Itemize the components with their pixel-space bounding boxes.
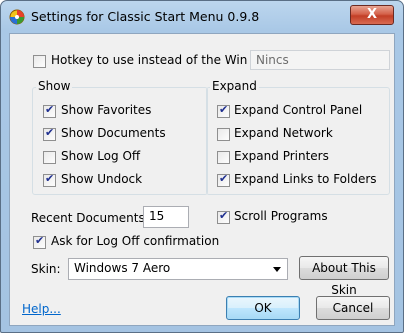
skin-selected-value: Windows 7 Aero xyxy=(74,261,171,275)
chevron-down-icon xyxy=(273,267,281,272)
cancel-button[interactable]: Cancel xyxy=(316,296,390,320)
help-link[interactable]: Help... xyxy=(22,302,61,316)
expand-printers-label: Expand Printers xyxy=(234,149,329,163)
show-group-title: Show xyxy=(36,79,73,93)
logoff-confirm-checkbox[interactable] xyxy=(33,234,46,249)
expand-links-checkbox[interactable] xyxy=(217,172,230,187)
logoff-confirm-label: Ask for Log Off confirmation xyxy=(51,234,220,248)
show-undock-label: Show Undock xyxy=(61,172,143,186)
show-documents-label: Show Documents xyxy=(61,126,166,140)
expand-control-panel-label: Expand Control Panel xyxy=(234,103,363,117)
expand-control-panel-checkbox[interactable] xyxy=(217,103,230,118)
dialog-client-area: Hotkey to use instead of the Win key: Ni… xyxy=(9,33,395,326)
recent-documents-input[interactable]: 15 xyxy=(143,206,189,228)
expand-links-label: Expand Links to Folders xyxy=(234,172,377,186)
show-favorites-checkbox[interactable] xyxy=(43,103,56,118)
skin-select[interactable]: Windows 7 Aero xyxy=(68,258,288,280)
ok-button[interactable]: OK xyxy=(226,296,300,320)
hotkey-label: Hotkey to use instead of the Win key: xyxy=(51,53,276,67)
settings-window: Settings for Classic Start Menu 0.9.8 X … xyxy=(0,0,404,333)
hotkey-checkbox[interactable] xyxy=(33,55,46,68)
show-favorites-label: Show Favorites xyxy=(61,103,152,117)
expand-printers-checkbox[interactable] xyxy=(217,151,230,164)
expand-network-checkbox[interactable] xyxy=(217,128,230,141)
window-title: Settings for Classic Start Menu 0.9.8 xyxy=(31,9,260,24)
close-icon: X xyxy=(366,7,378,22)
classic-start-menu-icon xyxy=(9,9,25,25)
about-skin-button[interactable]: About This Skin xyxy=(299,256,389,297)
scroll-programs-label: Scroll Programs xyxy=(234,209,328,223)
title-bar[interactable]: Settings for Classic Start Menu 0.9.8 X xyxy=(1,1,403,31)
scroll-programs-checkbox[interactable] xyxy=(217,209,230,224)
show-undock-checkbox[interactable] xyxy=(43,172,56,187)
hotkey-input[interactable]: Nincs xyxy=(250,50,390,70)
expand-group-title: Expand xyxy=(210,79,259,93)
close-button[interactable]: X xyxy=(350,5,394,25)
skin-label: Skin: xyxy=(31,262,61,276)
recent-documents-label: Recent Documents: xyxy=(31,211,149,225)
show-documents-checkbox[interactable] xyxy=(43,126,56,141)
show-logoff-checkbox[interactable] xyxy=(43,151,56,164)
show-logoff-label: Show Log Off xyxy=(61,149,141,163)
expand-network-label: Expand Network xyxy=(234,126,333,140)
